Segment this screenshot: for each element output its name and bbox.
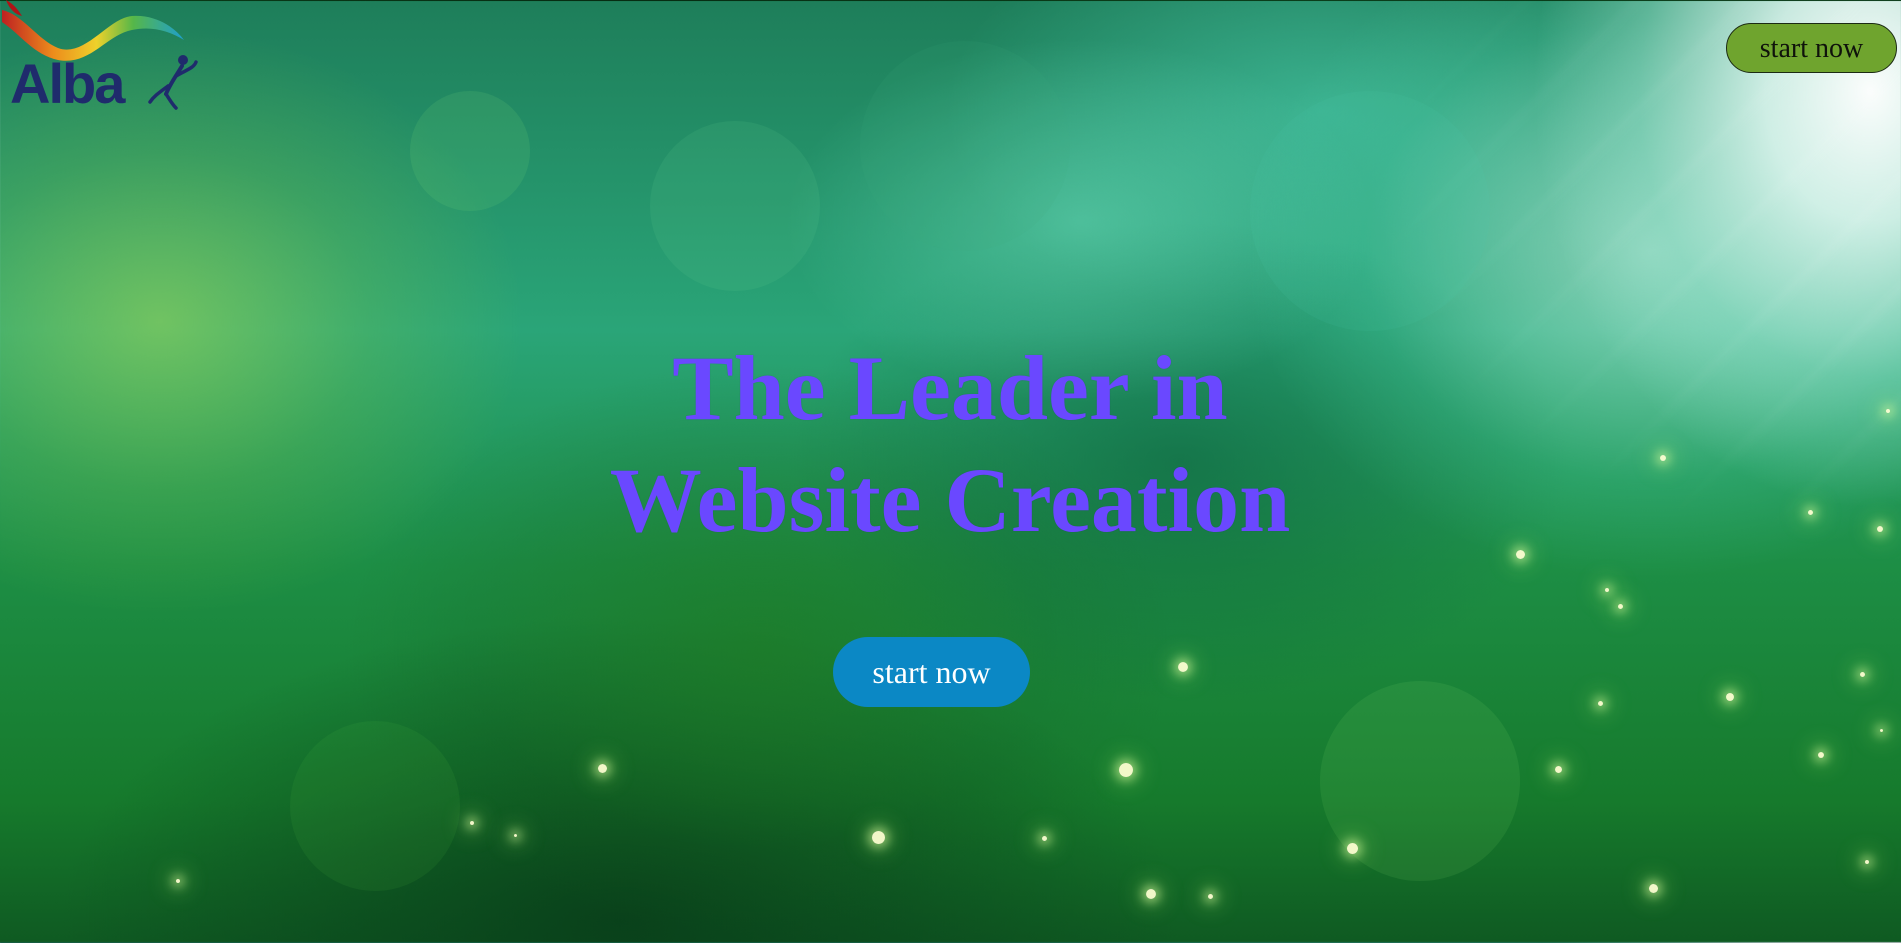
sparkle xyxy=(1208,894,1213,899)
logo-wordmark: Alba xyxy=(10,52,125,115)
sparkle xyxy=(176,879,180,883)
sparkle xyxy=(514,834,517,837)
hero-title-line-2: Website Creation xyxy=(609,449,1291,551)
sparkle xyxy=(1119,763,1133,777)
sparkle xyxy=(1598,701,1603,706)
sparkle xyxy=(1555,766,1562,773)
sparkle xyxy=(872,831,885,844)
header-start-now-button[interactable]: start now xyxy=(1726,23,1897,73)
sparkle xyxy=(1516,550,1525,559)
sparkle xyxy=(1865,860,1869,864)
sparkle xyxy=(1877,526,1883,532)
sparkle xyxy=(1042,836,1047,841)
sparkle xyxy=(1347,843,1358,854)
sparkle xyxy=(1178,662,1188,672)
sparkle xyxy=(1886,409,1890,413)
sparkle xyxy=(1880,729,1883,732)
bokeh-circle xyxy=(1250,91,1490,331)
bokeh-circle xyxy=(1320,681,1520,881)
sparkle xyxy=(1726,693,1734,701)
bokeh-circle xyxy=(410,91,530,211)
sparkle xyxy=(1860,672,1865,677)
sparkle xyxy=(1818,752,1824,758)
sparkle xyxy=(1146,889,1156,899)
hero-title: The Leader in Website Creation xyxy=(550,332,1350,556)
hero-title-line-1: The Leader in xyxy=(672,337,1228,439)
sparkle xyxy=(470,821,474,825)
sparkle xyxy=(598,764,607,773)
sparkle xyxy=(1660,455,1666,461)
bokeh-circle xyxy=(290,721,460,891)
sparkle xyxy=(1808,510,1813,515)
sparkle xyxy=(1649,884,1658,893)
brand-logo[interactable]: Alba xyxy=(0,0,198,120)
bokeh-circle xyxy=(860,41,1070,251)
sparkle xyxy=(1618,604,1623,609)
hero-start-now-button[interactable]: start now xyxy=(833,637,1030,707)
sparkle xyxy=(1605,588,1609,592)
bokeh-circle xyxy=(650,121,820,291)
